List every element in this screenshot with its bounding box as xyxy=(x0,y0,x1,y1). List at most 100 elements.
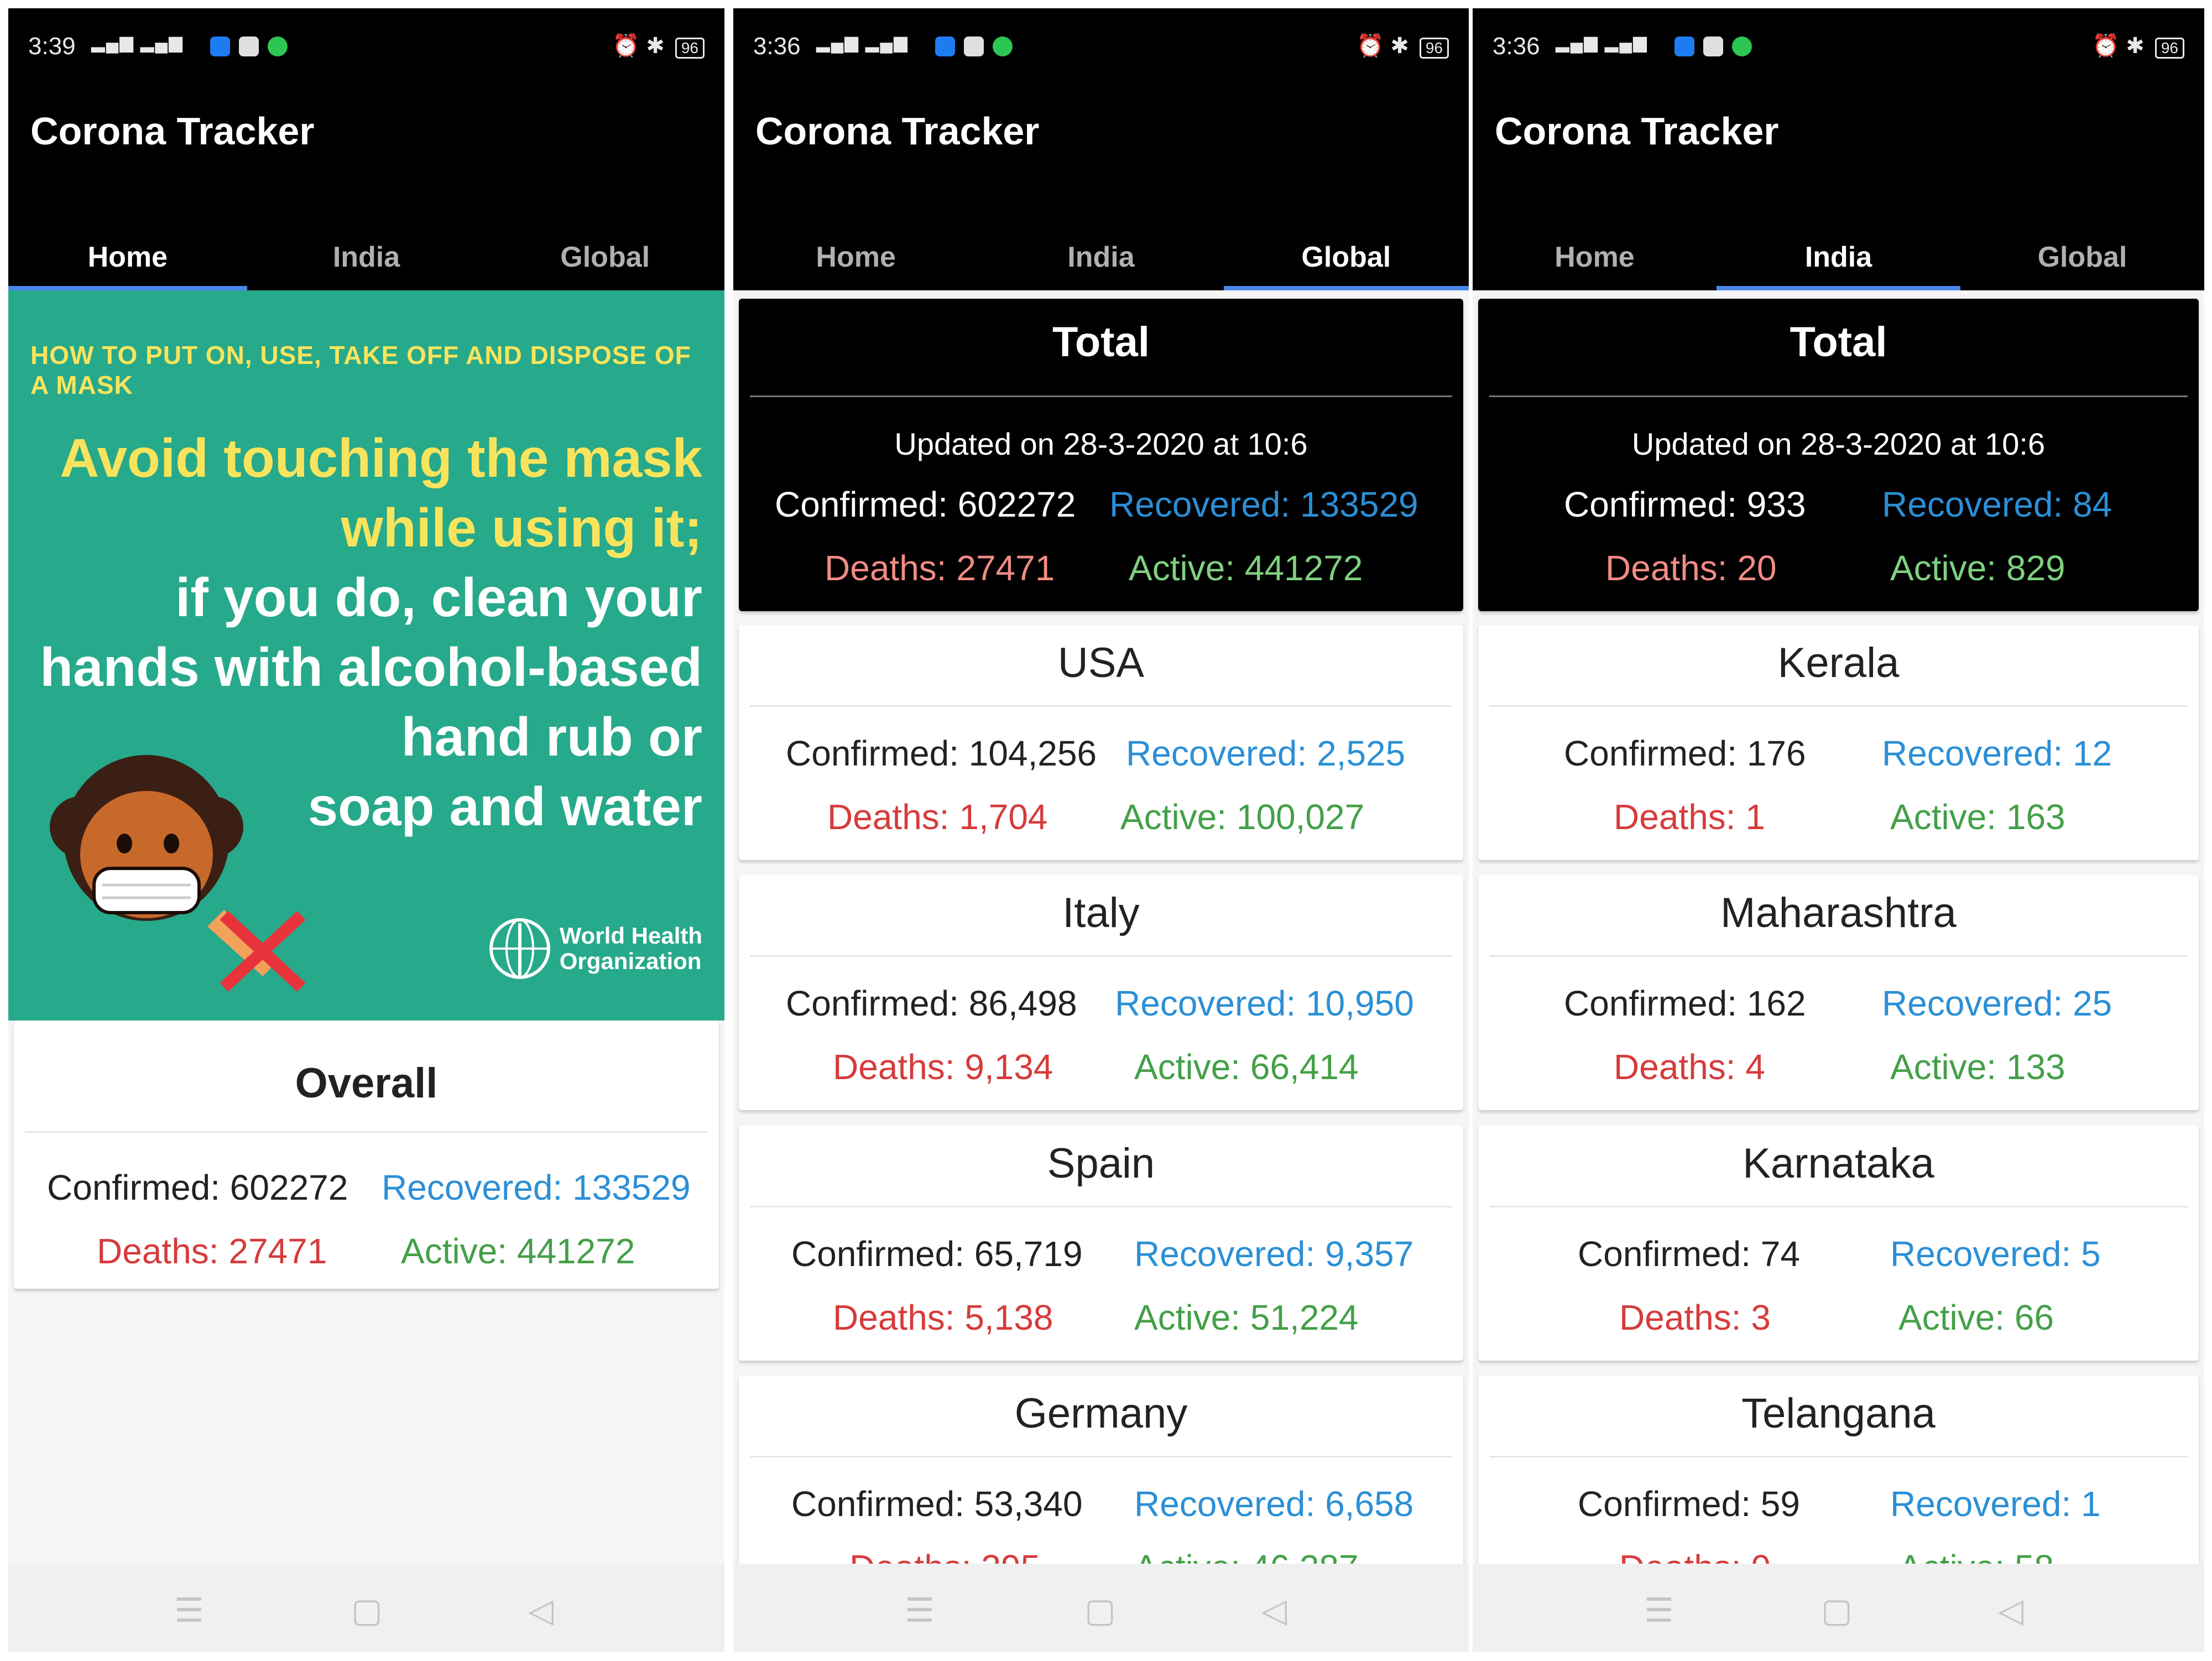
banner-line: hands with alcohol-based xyxy=(40,637,702,697)
status-bar: 3:39 ▂▄▆ ▂▄▆ ⏰ ✱ 96 xyxy=(8,8,724,86)
item-recovered: Recovered: 6,658 xyxy=(1134,1484,1414,1524)
home-square-icon[interactable]: ▢ xyxy=(1821,1591,1853,1630)
status-time: 3:36 xyxy=(753,33,801,60)
gallery-notification-icon xyxy=(964,37,984,56)
item-deaths: Deaths: 4 xyxy=(1614,1047,1765,1087)
home-square-icon[interactable]: ▢ xyxy=(351,1591,383,1630)
total-confirmed: Confirmed: 933 xyxy=(1564,485,1806,524)
total-active: Active: 441272 xyxy=(1129,548,1363,588)
app-bar: Corona Tracker Home India Global xyxy=(8,86,724,290)
menu-icon[interactable]: ☰ xyxy=(905,1591,935,1630)
app-title: Corona Tracker xyxy=(30,110,315,153)
item-recovered: Recovered: 25 xyxy=(1882,983,2112,1023)
status-time: 3:39 xyxy=(28,33,76,60)
tab-home[interactable]: Home xyxy=(1473,213,1717,290)
whatsapp-icon xyxy=(1732,37,1752,56)
overall-deaths: Deaths: 27471 xyxy=(97,1231,327,1271)
item-recovered: Recovered: 1 xyxy=(1890,1484,2101,1524)
card-divider xyxy=(750,705,1452,707)
tab-home[interactable]: Home xyxy=(733,213,978,290)
who-logo: World Health Organization xyxy=(487,915,702,982)
who-mask-banner: HOW TO PUT ON, USE, TAKE OFF AND DISPOSE… xyxy=(8,290,724,1020)
gallery-notification-icon xyxy=(239,37,259,56)
item-confirmed: Confirmed: 176 xyxy=(1564,733,1806,773)
item-confirmed: Confirmed: 86,498 xyxy=(786,983,1077,1023)
alarm-icon: ⏰ xyxy=(612,34,640,58)
updated-timestamp: Updated on 28-3-2020 at 10:6 xyxy=(1631,426,2046,461)
total-deaths: Deaths: 27471 xyxy=(825,548,1055,588)
app-bar: Corona Tracker Home India Global xyxy=(733,86,1469,290)
tab-india[interactable]: India xyxy=(978,213,1223,290)
screen-global: 3:36 ▂▄▆ ▂▄▆ ⏰ ✱ 96 Corona Tracker Home … xyxy=(733,8,1469,1652)
back-triangle-icon[interactable]: ◁ xyxy=(1261,1591,1287,1630)
system-nav-bar: ☰ ▢ ◁ xyxy=(733,1564,1469,1652)
total-title: Total xyxy=(1052,319,1150,366)
item-active: Active: 66,414 xyxy=(1134,1047,1359,1087)
battery-icon: 96 xyxy=(1419,38,1449,59)
list-item[interactable]: Maharashtra Confirmed: 162 Recovered: 25… xyxy=(1478,875,2199,1110)
tab-bar: Home India Global xyxy=(733,213,1469,290)
tab-home[interactable]: Home xyxy=(8,213,247,290)
item-name: Italy xyxy=(1062,889,1140,936)
total-confirmed: Confirmed: 602272 xyxy=(775,485,1076,524)
app-title: Corona Tracker xyxy=(755,110,1040,153)
notification-icons xyxy=(1674,35,1761,63)
menu-icon[interactable]: ☰ xyxy=(1644,1591,1674,1630)
tab-global[interactable]: Global xyxy=(1223,213,1469,290)
battery-icon: 96 xyxy=(2154,38,2184,59)
tab-global[interactable]: Global xyxy=(486,213,724,290)
who-name-line1: World Health xyxy=(559,923,702,949)
system-nav-bar: ☰ ▢ ◁ xyxy=(1473,1564,2204,1652)
card-divider xyxy=(750,1456,1452,1457)
list-item[interactable]: USA Confirmed: 104,256 Recovered: 2,525 … xyxy=(739,625,1463,860)
list-item[interactable]: Kerala Confirmed: 176 Recovered: 12 Deat… xyxy=(1478,625,2199,860)
total-recovered: Recovered: 133529 xyxy=(1109,485,1418,524)
app-bar: Corona Tracker Home India Global xyxy=(1473,86,2204,290)
total-active: Active: 829 xyxy=(1890,548,2065,588)
total-title: Total xyxy=(1790,319,1887,366)
list-item[interactable]: Italy Confirmed: 86,498 Recovered: 10,95… xyxy=(739,875,1463,1110)
tab-global[interactable]: Global xyxy=(1960,213,2204,290)
total-card: Total Updated on 28-3-2020 at 10:6 Confi… xyxy=(739,299,1463,611)
bluetooth-icon: ✱ xyxy=(2126,34,2145,58)
system-nav-bar: ☰ ▢ ◁ xyxy=(8,1564,724,1652)
tab-india[interactable]: India xyxy=(247,213,486,290)
who-name-line2: Organization xyxy=(559,948,702,974)
item-name: Karnataka xyxy=(1743,1140,1934,1187)
item-name: Telangana xyxy=(1741,1390,1936,1437)
status-right-icons: ⏰ ✱ 96 xyxy=(1357,33,1449,59)
banner-line: while using it; xyxy=(341,497,702,558)
item-active: Active: 66 xyxy=(1898,1298,2054,1337)
updated-timestamp: Updated on 28-3-2020 at 10:6 xyxy=(894,426,1308,461)
item-active: Active: 100,027 xyxy=(1120,797,1365,837)
menu-icon[interactable]: ☰ xyxy=(174,1591,204,1630)
item-recovered: Recovered: 2,525 xyxy=(1126,733,1406,773)
card-divider xyxy=(750,955,1452,957)
item-recovered: Recovered: 9,357 xyxy=(1134,1234,1414,1274)
list-item[interactable]: Spain Confirmed: 65,719 Recovered: 9,357… xyxy=(739,1126,1463,1361)
overall-card: Overall Confirmed: 602272 Recovered: 133… xyxy=(14,1020,719,1289)
bluetooth-icon: ✱ xyxy=(1390,34,1409,58)
list-item[interactable]: Karnataka Confirmed: 74 Recovered: 5 Dea… xyxy=(1478,1126,2199,1361)
card-divider xyxy=(750,1206,1452,1207)
item-recovered: Recovered: 10,950 xyxy=(1115,983,1414,1023)
whatsapp-icon xyxy=(268,37,288,56)
tab-india[interactable]: India xyxy=(1717,213,1960,290)
item-name: Kerala xyxy=(1777,639,1900,686)
banner-line: Avoid touching the mask xyxy=(60,428,702,488)
signal-icon: ▂▄▆ ▂▄▆ xyxy=(1556,32,1648,52)
signal-icon: ▂▄▆ ▂▄▆ xyxy=(816,32,909,52)
banner-line: if you do, clean your xyxy=(175,567,702,628)
home-square-icon[interactable]: ▢ xyxy=(1084,1591,1116,1630)
total-card: Total Updated on 28-3-2020 at 10:6 Confi… xyxy=(1478,299,2199,611)
notification-icons xyxy=(210,35,296,63)
total-deaths: Deaths: 20 xyxy=(1605,548,1777,588)
item-confirmed: Confirmed: 74 xyxy=(1578,1234,1800,1274)
total-recovered: Recovered: 84 xyxy=(1882,485,2112,524)
item-confirmed: Confirmed: 162 xyxy=(1564,983,1806,1023)
back-triangle-icon[interactable]: ◁ xyxy=(1998,1591,2023,1630)
overall-confirmed: Confirmed: 602272 xyxy=(47,1168,348,1207)
whatsapp-icon xyxy=(993,37,1013,56)
back-triangle-icon[interactable]: ◁ xyxy=(528,1591,554,1630)
alarm-icon: ⏰ xyxy=(2092,34,2120,58)
